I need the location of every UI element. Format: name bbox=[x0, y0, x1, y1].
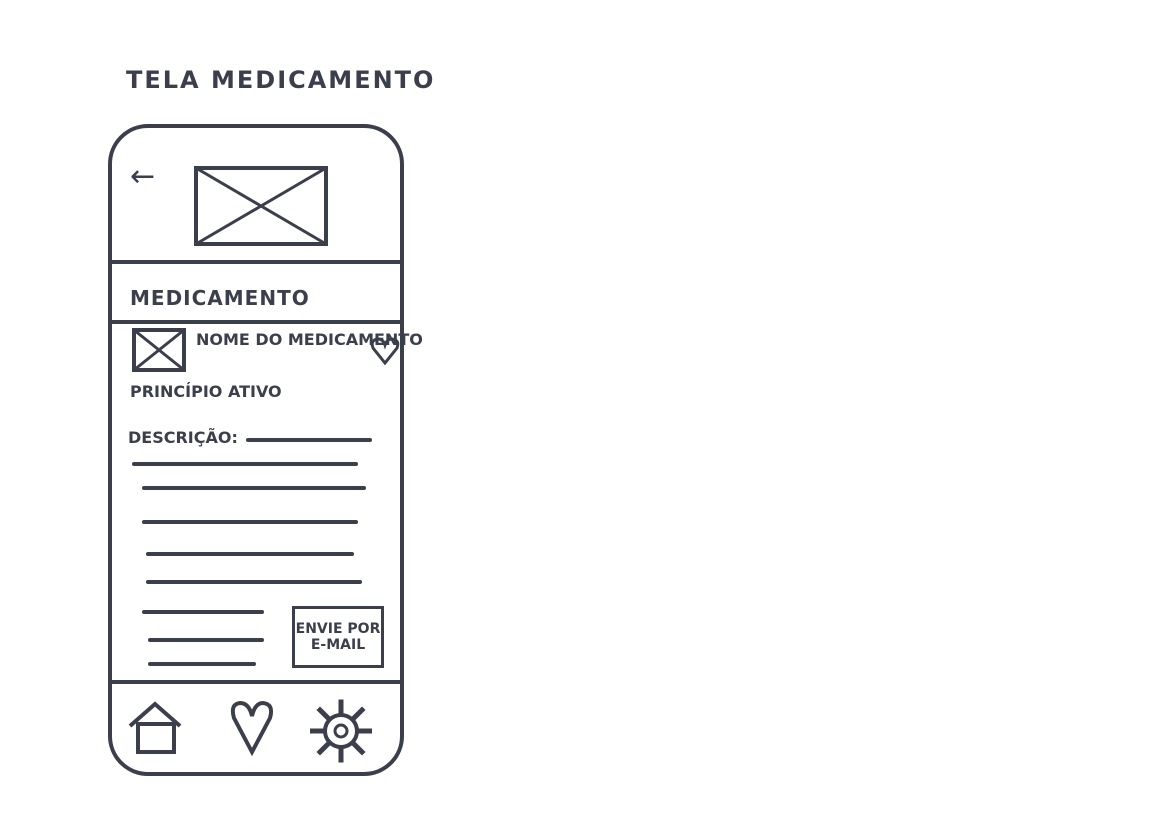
favorite-heart-icon[interactable] bbox=[370, 336, 400, 366]
description-line bbox=[146, 580, 362, 584]
send-email-label-line2: E-MAIL bbox=[310, 637, 366, 653]
nav-settings-gear-icon[interactable] bbox=[310, 698, 372, 764]
section-header: MEDICAMENTO bbox=[112, 264, 400, 324]
back-button[interactable]: ← bbox=[130, 162, 155, 192]
description-line bbox=[142, 520, 358, 524]
send-email-button[interactable]: ENVIE POR E-MAIL bbox=[292, 606, 384, 668]
description-line bbox=[132, 462, 358, 466]
medication-thumbnail bbox=[132, 328, 186, 372]
send-email-label-line1: ENVIE POR bbox=[295, 621, 381, 637]
description-line bbox=[142, 610, 264, 614]
app-header: ← bbox=[112, 128, 400, 264]
nav-home-icon[interactable] bbox=[124, 698, 186, 758]
description-label: DESCRIÇÃO: bbox=[128, 428, 238, 447]
description-line bbox=[146, 552, 354, 556]
description-line bbox=[148, 662, 256, 666]
section-title: MEDICAMENTO bbox=[130, 286, 310, 310]
description-line bbox=[246, 438, 372, 442]
page-title: TELA MEDICAMENTO bbox=[126, 66, 436, 94]
bottom-nav bbox=[112, 680, 400, 780]
active-principle: PRINCÍPIO ATIVO bbox=[130, 382, 282, 401]
phone-frame: ← MEDICAMENTO NOME DO MEDICAMENTO PRINCÍ… bbox=[108, 124, 423, 776]
description-line bbox=[142, 486, 366, 490]
arrow-left-icon: ← bbox=[130, 159, 156, 194]
description-line bbox=[148, 638, 264, 642]
nav-favorites-heart-icon[interactable] bbox=[230, 698, 274, 756]
hero-image-placeholder bbox=[194, 166, 328, 246]
